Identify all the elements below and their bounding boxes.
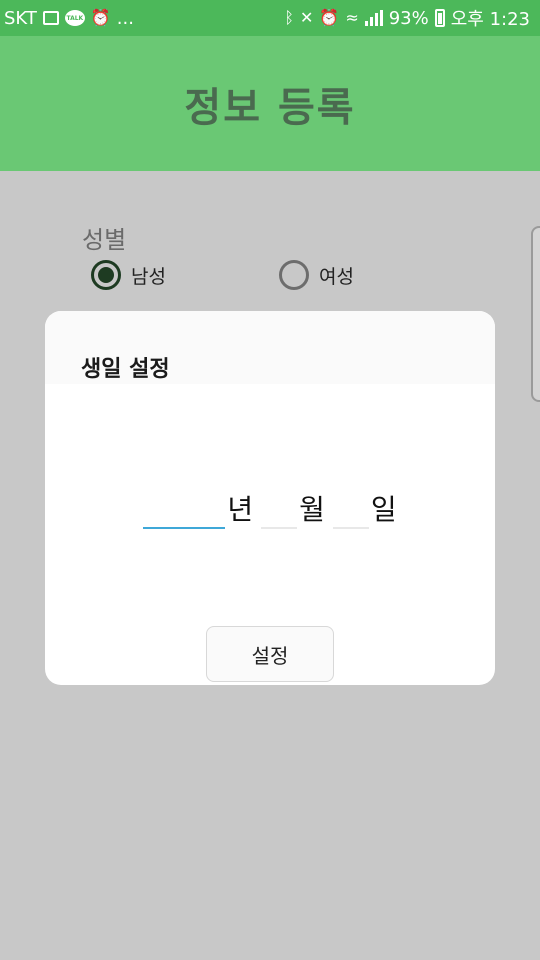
carrier-label: SKT (4, 7, 37, 29)
radio-label-male: 남성 (131, 265, 166, 288)
dialog-header: 생일 설정 (45, 311, 495, 384)
battery-icon (434, 9, 445, 27)
page-title: 정보 등록 (184, 84, 356, 131)
alarm-icon: ⏰ (319, 8, 340, 27)
side-panel-handle[interactable] (531, 226, 540, 402)
set-button[interactable]: 설정 (206, 626, 334, 682)
year-unit-label: 년 (227, 493, 254, 526)
clock: 오후 1:23 (450, 9, 530, 30)
month-unit-label: 월 (299, 493, 325, 526)
wifi-icon: ≈ (345, 8, 359, 27)
radio-label-female: 여성 (319, 265, 354, 288)
dialog-title: 생일 설정 (81, 357, 170, 382)
date-input-row: 년 월 일 (45, 491, 495, 529)
radio-button-female[interactable] (279, 260, 309, 290)
radio-option-male[interactable]: 남성 (91, 260, 166, 290)
birthday-dialog: 생일 설정 년 월 일 설정 (45, 311, 495, 685)
status-bar-right: ᛒ ✕ ⏰ ≈ 93% 오후 1:23 (284, 5, 530, 31)
radio-button-male[interactable] (91, 260, 121, 290)
more-notifications: ... (116, 7, 134, 29)
bluetooth-icon: ᛒ (284, 8, 294, 27)
mute-icon: ✕ (299, 8, 314, 27)
screen: SKT TALK ⏰ ... ᛒ ✕ ⏰ ≈ 93% 오후 1:23 정보 등록… (0, 0, 540, 960)
day-input[interactable] (332, 491, 369, 529)
month-input[interactable] (261, 491, 298, 529)
signal-icon (364, 10, 383, 26)
day-unit-label: 일 (370, 493, 397, 526)
gender-label: 성별 (82, 226, 127, 254)
year-input[interactable] (143, 491, 226, 529)
image-icon (42, 11, 59, 25)
kakaotalk-icon: TALK (64, 10, 85, 26)
battery-percent: 93% (388, 7, 429, 29)
app-bar: 정보 등록 (0, 36, 540, 171)
alarm-icon: ⏰ (90, 8, 111, 27)
status-bar: SKT TALK ⏰ ... ᛒ ✕ ⏰ ≈ 93% 오후 1:23 (0, 0, 540, 36)
status-bar-left: SKT TALK ⏰ ... (4, 8, 134, 29)
radio-option-female[interactable]: 여성 (279, 260, 354, 290)
